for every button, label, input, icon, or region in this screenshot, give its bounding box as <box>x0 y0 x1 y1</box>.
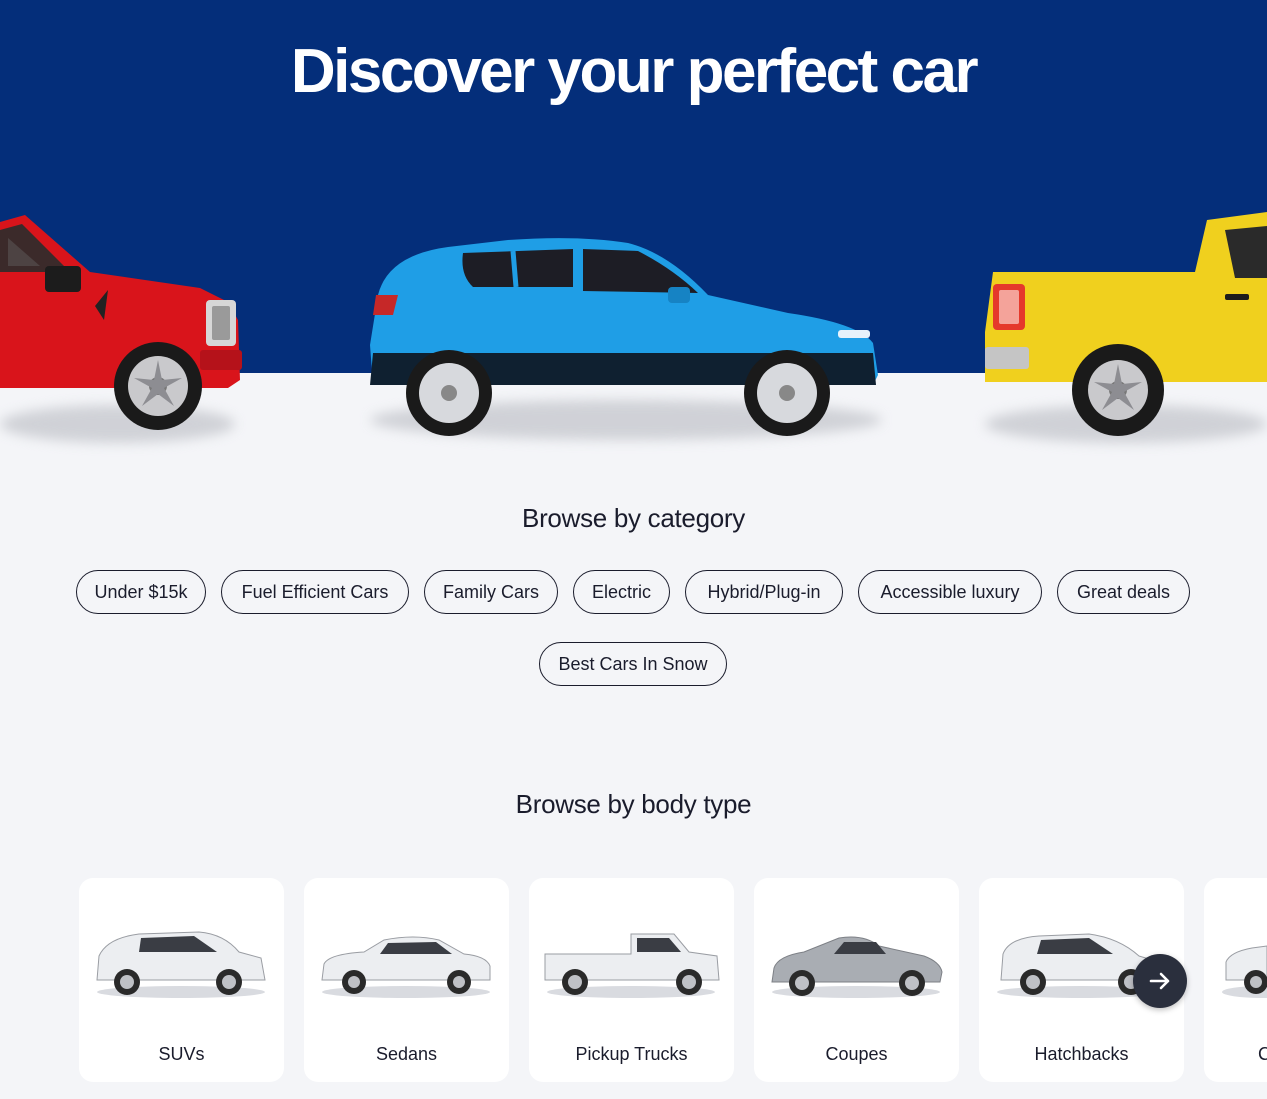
body-type-card-suvs[interactable]: SUVs <box>79 878 284 1082</box>
yellow-pickup-truck-image <box>985 212 1267 436</box>
body-type-label: Coupes <box>825 1044 888 1064</box>
chip-under-15k[interactable]: Under $15k <box>76 570 206 614</box>
convertible-icon <box>1222 945 1267 998</box>
chip-great-deals[interactable]: Great deals <box>1057 570 1190 614</box>
body-type-card-convertibles[interactable]: Co <box>1204 878 1267 1082</box>
hero-title: Discover your perfect car <box>290 37 979 106</box>
chip-family-cars[interactable]: Family Cars <box>424 570 558 614</box>
body-type-label: SUVs <box>158 1044 205 1064</box>
arrow-right-icon <box>1149 972 1170 990</box>
body-type-label: Co <box>1258 1044 1267 1064</box>
body-type-card-coupes[interactable]: Coupes <box>754 878 959 1082</box>
chip-accessible-luxury[interactable]: Accessible luxury <box>858 570 1042 614</box>
browse-by-body-type-title: Browse by body type <box>515 789 752 819</box>
body-type-label: Pickup Trucks <box>575 1044 688 1064</box>
body-type-label: Sedans <box>375 1044 438 1064</box>
coupe-icon <box>771 936 943 998</box>
blue-suv-image <box>370 238 878 436</box>
sedan-icon <box>321 936 491 998</box>
carousel-next-button[interactable] <box>1133 954 1187 1008</box>
browse-by-category-title: Browse by category <box>522 503 745 533</box>
red-pickup-truck-image <box>0 215 242 430</box>
chip-electric[interactable]: Electric <box>573 570 670 614</box>
body-type-card-sedans[interactable]: Sedans <box>304 878 509 1082</box>
chip-fuel-efficient-cars[interactable]: Fuel Efficient Cars <box>221 570 409 614</box>
suv-icon <box>96 931 266 998</box>
body-type-label: Hatchbacks <box>1034 1044 1129 1064</box>
pickup-truck-icon <box>544 933 720 998</box>
chip-hybrid-plug-in[interactable]: Hybrid/Plug-in <box>685 570 843 614</box>
chip-best-cars-in-snow[interactable]: Best Cars In Snow <box>539 642 727 686</box>
body-type-card-pickup-trucks[interactable]: Pickup Trucks <box>529 878 734 1082</box>
